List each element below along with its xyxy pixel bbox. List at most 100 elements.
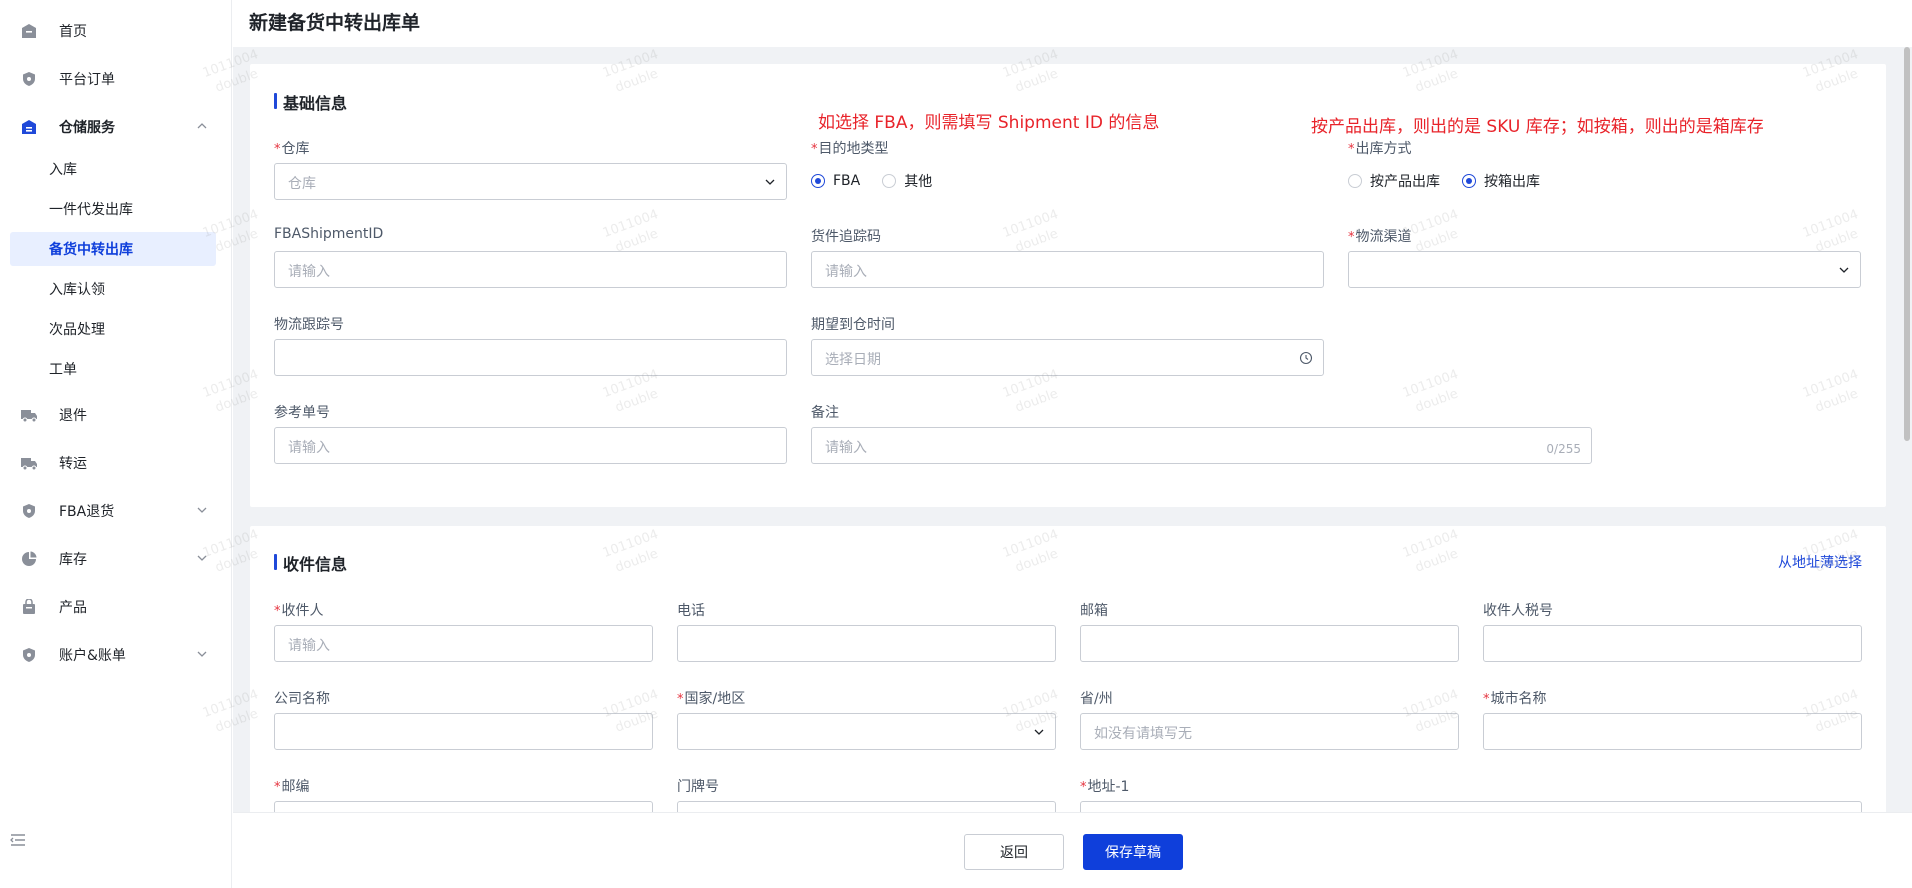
radio-label: 按产品出库 xyxy=(1370,174,1440,190)
sidebar-subitem-label: 备货中转出库 xyxy=(49,242,133,258)
sidebar-item-account-billing[interactable]: 账户&账单 xyxy=(10,635,215,675)
sidebar-subitem-label: 次品处理 xyxy=(49,322,105,338)
fba-shipment-id-label: FBAShipmentID xyxy=(274,226,384,242)
cargo-tracking-input[interactable]: 请输入 xyxy=(811,251,1324,288)
annotation-outbound-mode: 按产品出库，则出的是 SKU 库存；如按箱，则出的是箱库存 xyxy=(1311,117,1764,137)
zip-label: *邮编 xyxy=(274,779,310,795)
fba-shipment-id-input[interactable]: 请输入 xyxy=(274,251,787,288)
logistics-tracking-label: 物流跟踪号 xyxy=(274,317,344,333)
sidebar-item-transfer[interactable]: 转运 xyxy=(10,443,215,483)
dest-type-fba-radio[interactable]: FBA xyxy=(811,173,860,189)
cargo-tracking-label: 货件追踪码 xyxy=(811,229,881,245)
radio-label: FBA xyxy=(833,173,861,189)
outbound-mode-label: *出库方式 xyxy=(1348,141,1412,157)
sidebar-item-label: 退件 xyxy=(59,408,87,424)
main-content: 新建备货中转出库单 基础信息 如选择 FBA，则需填写 Shipment ID … xyxy=(233,0,1912,888)
logistics-channel-select[interactable] xyxy=(1348,251,1861,288)
recipient-name-input[interactable]: 请输入 xyxy=(274,625,653,662)
page-scrollbar[interactable] xyxy=(1902,47,1912,812)
radio-dot xyxy=(1348,174,1362,188)
clock-icon xyxy=(1299,351,1313,365)
sidebar-subitem-label: 入库 xyxy=(49,162,77,178)
outbound-by-box-radio[interactable]: 按箱出库 xyxy=(1462,171,1540,191)
reference-no-input[interactable]: 请输入 xyxy=(274,427,787,464)
sidebar-item-platform-orders[interactable]: 平台订单 xyxy=(10,59,215,99)
shield-icon xyxy=(20,646,38,664)
annotation-fba: 如选择 FBA，则需填写 Shipment ID 的信息 xyxy=(818,113,1160,133)
input-placeholder: 如没有请填写无 xyxy=(1094,726,1192,742)
input-placeholder: 请输入 xyxy=(288,440,330,456)
save-draft-button[interactable]: 保存草稿 xyxy=(1083,834,1183,870)
house-no-label: 门牌号 xyxy=(677,779,719,795)
sidebar: 首页 平台订单 仓储服务 入库 一件代发出库 备货中转出库 入库认领 次品处理 … xyxy=(0,0,232,888)
sidebar-item-home[interactable]: 首页 xyxy=(10,11,215,51)
bag-icon xyxy=(20,598,38,616)
city-label: *城市名称 xyxy=(1483,691,1547,707)
warehouse-icon xyxy=(20,118,38,136)
chevron-down-icon xyxy=(197,651,207,657)
shield-icon xyxy=(20,70,38,88)
tax-id-input[interactable] xyxy=(1483,625,1862,662)
dest-type-radio-group: FBA 其他 xyxy=(811,171,954,191)
tax-id-label: 收件人税号 xyxy=(1483,603,1553,619)
chevron-down-icon xyxy=(765,179,775,185)
city-input[interactable] xyxy=(1483,713,1862,750)
back-button[interactable]: 返回 xyxy=(964,834,1064,870)
scrollbar-thumb[interactable] xyxy=(1904,47,1910,441)
email-label: 邮箱 xyxy=(1080,603,1108,619)
sidebar-item-fba-returns[interactable]: FBA退货 xyxy=(10,491,215,531)
sidebar-subitem-label: 工单 xyxy=(49,362,77,378)
province-input[interactable]: 如没有请填写无 xyxy=(1080,713,1459,750)
sidebar-subitem-label: 入库认领 xyxy=(49,282,105,298)
sidebar-item-label: FBA退货 xyxy=(59,504,115,520)
sidebar-item-label: 首页 xyxy=(59,24,87,40)
radio-dot xyxy=(811,174,825,188)
expected-arrival-datepicker[interactable]: 选择日期 xyxy=(811,339,1324,376)
section-title: 基础信息 xyxy=(274,90,347,114)
sidebar-item-inventory[interactable]: 库存 xyxy=(10,539,215,579)
radio-label: 其他 xyxy=(904,174,933,190)
sidebar-item-returns[interactable]: 退件 xyxy=(10,395,215,435)
sidebar-subitem-inbound[interactable]: 入库 xyxy=(10,152,216,186)
chevron-down-icon xyxy=(1839,267,1849,273)
country-label: *国家/地区 xyxy=(677,691,746,707)
company-input[interactable] xyxy=(274,713,653,750)
sidebar-item-label: 平台订单 xyxy=(59,72,115,88)
remark-textarea[interactable]: 请输入 0/255 xyxy=(811,427,1592,464)
char-counter: 0/255 xyxy=(1546,442,1581,456)
reference-no-label: 参考单号 xyxy=(274,405,330,421)
radio-dot xyxy=(882,174,897,188)
country-select[interactable] xyxy=(677,713,1056,750)
sidebar-item-label: 账户&账单 xyxy=(59,648,126,664)
input-placeholder: 请输入 xyxy=(288,264,330,280)
shield-icon xyxy=(20,502,38,520)
sidebar-item-label: 库存 xyxy=(59,552,87,568)
address-book-link[interactable]: 从地址薄选择 xyxy=(1778,552,1862,572)
warehouse-select[interactable]: 仓库 xyxy=(274,163,787,200)
logistics-tracking-input[interactable] xyxy=(274,339,787,376)
chevron-down-icon xyxy=(197,507,207,513)
sidebar-subitem-inbound-claim[interactable]: 入库认领 xyxy=(10,272,216,306)
sidebar-subitem-transfer-outbound[interactable]: 备货中转出库 xyxy=(10,232,216,266)
sidebar-item-warehouse-service[interactable]: 仓储服务 xyxy=(10,107,215,147)
sidebar-subitem-defective[interactable]: 次品处理 xyxy=(10,312,216,346)
collapse-menu-icon[interactable] xyxy=(9,831,27,849)
chevron-down-icon xyxy=(197,555,207,561)
truck-icon xyxy=(20,454,38,472)
pie-chart-icon xyxy=(20,550,38,568)
sidebar-item-label: 仓储服务 xyxy=(59,120,115,136)
input-placeholder: 请输入 xyxy=(825,264,867,280)
outbound-mode-radio-group: 按产品出库 按箱出库 xyxy=(1348,171,1562,191)
email-input[interactable] xyxy=(1080,625,1459,662)
phone-label: 电话 xyxy=(677,603,705,619)
company-label: 公司名称 xyxy=(274,691,330,707)
page-header: 新建备货中转出库单 xyxy=(233,0,1912,47)
page-title: 新建备货中转出库单 xyxy=(249,12,421,34)
sidebar-subitem-dropship-outbound[interactable]: 一件代发出库 xyxy=(10,192,216,226)
sidebar-subitem-work-order[interactable]: 工单 xyxy=(10,352,216,386)
truck-icon xyxy=(20,406,38,424)
outbound-by-product-radio[interactable]: 按产品出库 xyxy=(1348,171,1440,191)
sidebar-item-products[interactable]: 产品 xyxy=(10,587,215,627)
phone-input[interactable] xyxy=(677,625,1056,662)
dest-type-other-radio[interactable]: 其他 xyxy=(882,171,932,191)
